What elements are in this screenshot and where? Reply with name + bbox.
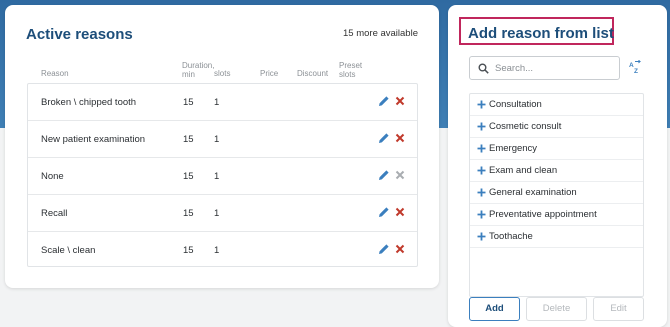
add-button[interactable]: Add [469, 297, 520, 321]
reason-duration: 15 [183, 245, 194, 256]
list-item-emergency[interactable]: Emergency [470, 138, 643, 160]
table-row: New patient examination 15 1 [28, 121, 417, 158]
active-reasons-title: Active reasons [26, 26, 133, 43]
reason-duration: 15 [183, 97, 194, 108]
reason-name: Scale \ clean [41, 245, 96, 256]
list-item-preventative-appointment[interactable]: Preventative appointment [470, 204, 643, 226]
list-item-consultation[interactable]: Consultation [470, 94, 643, 116]
reason-slots: 1 [214, 97, 220, 108]
list-item-general-examination[interactable]: General examination [470, 182, 643, 204]
pencil-icon[interactable] [378, 243, 390, 255]
list-item-toothache[interactable]: Toothache [470, 226, 643, 248]
add-reason-panel: Add reason from list A Z Consultation Co… [448, 5, 667, 327]
list-item-label: Exam and clean [489, 165, 558, 176]
list-item-label: General examination [489, 187, 577, 198]
reason-name: None [41, 171, 64, 182]
column-header-preset-line1: Preset [339, 61, 363, 70]
plus-icon [477, 210, 486, 219]
delete-button[interactable]: Delete [526, 297, 587, 321]
pencil-icon[interactable] [378, 95, 390, 107]
list-item-label: Emergency [489, 143, 538, 154]
reason-duration: 15 [183, 134, 194, 145]
search-icon [478, 63, 489, 74]
column-header-price: Price [260, 69, 279, 78]
active-reasons-panel: Active reasons 15 more available Reason … [5, 5, 439, 288]
reason-duration: 15 [183, 171, 194, 182]
reason-duration: 15 [183, 208, 194, 219]
reason-slots: 1 [214, 208, 220, 219]
more-available-count: 15 more available [343, 28, 418, 39]
pencil-icon[interactable] [378, 132, 390, 144]
plus-icon [477, 122, 486, 131]
close-icon[interactable] [395, 133, 405, 143]
reason-name: Broken \ chipped tooth [41, 97, 137, 108]
table-row: None 15 1 [28, 158, 417, 195]
reason-slots: 1 [214, 245, 220, 256]
column-header-duration: Duration, min [182, 61, 214, 79]
table-row: Recall 15 1 [28, 195, 417, 232]
sort-az-icon[interactable]: A Z [628, 60, 642, 74]
column-header-duration-line2: min [182, 70, 195, 79]
column-header-slots: slots [214, 69, 231, 78]
column-header-discount: Discount [297, 69, 329, 78]
close-icon-disabled [395, 170, 405, 180]
table-row: Scale \ clean 15 1 [28, 232, 417, 269]
plus-icon [477, 144, 486, 153]
table-row: Broken \ chipped tooth 15 1 [28, 84, 417, 121]
list-item-exam-and-clean[interactable]: Exam and clean [470, 160, 643, 182]
list-item-label: Preventative appointment [489, 209, 597, 220]
reason-name: New patient examination [41, 134, 146, 145]
column-header-preset-slots: Preset slots [339, 61, 362, 79]
svg-text:Z: Z [634, 68, 638, 74]
plus-icon [477, 166, 486, 175]
pencil-icon[interactable] [378, 206, 390, 218]
close-icon[interactable] [395, 244, 405, 254]
reason-name: Recall [41, 208, 68, 219]
plus-icon [477, 100, 486, 109]
list-item-label: Consultation [489, 99, 542, 110]
column-header-reason: Reason [41, 69, 69, 78]
add-reason-title: Add reason from list [468, 25, 614, 42]
pencil-icon[interactable] [378, 169, 390, 181]
plus-icon [477, 188, 486, 197]
close-icon[interactable] [395, 207, 405, 217]
close-icon[interactable] [395, 96, 405, 106]
search-input[interactable] [495, 60, 615, 76]
list-item-label: Toothache [489, 231, 533, 242]
list-item-cosmetic-consult[interactable]: Cosmetic consult [470, 116, 643, 138]
column-header-preset-line2: slots [339, 70, 356, 79]
edit-button[interactable]: Edit [593, 297, 644, 321]
reason-slots: 1 [214, 171, 220, 182]
active-reasons-table: Broken \ chipped tooth 15 1 New patient … [27, 83, 418, 267]
column-header-duration-line1: Duration, [182, 61, 215, 70]
list-item-label: Cosmetic consult [489, 121, 562, 132]
reason-slots: 1 [214, 134, 220, 145]
search-box [469, 56, 620, 80]
reason-options-list: Consultation Cosmetic consult Emergency … [469, 93, 644, 297]
plus-icon [477, 232, 486, 241]
